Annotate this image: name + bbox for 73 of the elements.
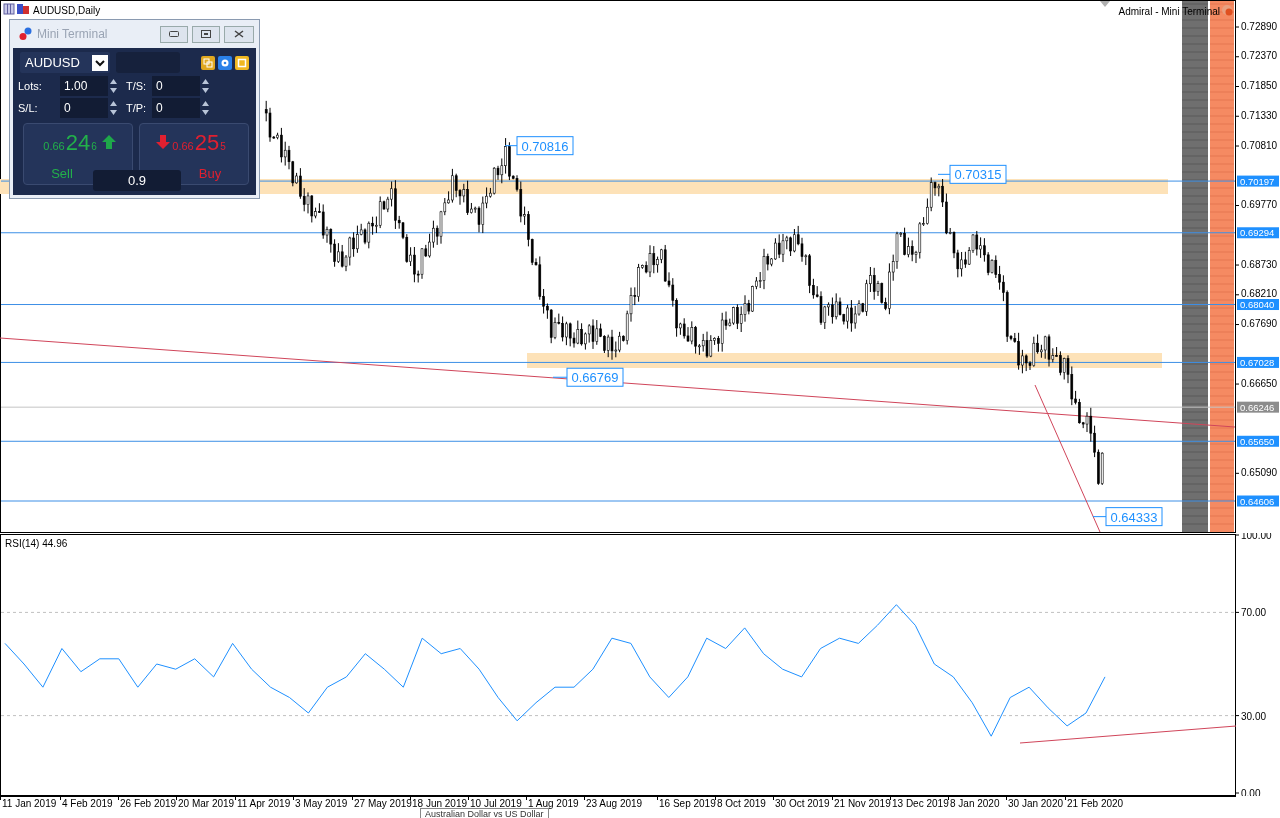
restore-icon [201,30,211,38]
chart-type-icon [3,3,29,15]
price-level-tag: 0.64606 [1237,495,1279,507]
date-label: 30 Oct 2019 [775,798,830,809]
date-label: 11 Jan 2019 [2,798,57,809]
rsi-tick-label: 70.00 [1241,607,1267,619]
price-callout: 0.70315 [937,164,1007,184]
spread-value: 0.9 [93,170,181,191]
restore-button[interactable] [192,25,220,43]
input-field[interactable]: 1.00 [60,76,108,96]
price-level-tag: 0.67028 [1237,356,1279,368]
date-label: 21 Feb 2020 [1067,798,1124,809]
price-tick-label: 0.72890 [1241,20,1278,32]
indicator-title: RSI(14) 44.96 [5,538,68,549]
date-label: 27 May 2019 [354,798,412,809]
price-callout: 0.66769 [552,367,624,387]
close-button[interactable] [224,25,254,43]
price-level-tag: 0.65650 [1237,435,1279,447]
price-tick-label: 0.68210 [1241,288,1278,300]
tooltip: Australian Dollar vs US Dollar [420,808,549,818]
input-field[interactable]: 0 [152,98,200,118]
price-tick-label: 0.65090 [1241,466,1278,478]
price-level-tag: 0.70197 [1237,175,1279,187]
shift-marker-icon [1100,1,1110,7]
symbol-dropdown[interactable]: AUDUSD [20,52,110,73]
price-tick-label: 0.71850 [1241,80,1278,91]
date-label: 11 Apr 2019 [237,798,291,809]
date-label: 3 May 2019 [295,798,348,809]
date-label: 16 Sep 2019 [659,798,716,809]
window-title: Mini Terminal [37,27,109,41]
price-callout: 0.70816 [504,136,574,156]
date-label: 8 Jan 2020 [950,798,1000,809]
date-label: 20 Mar 2019 [178,798,235,809]
logo-icon [19,27,33,41]
price-tick-label: 0.68730 [1241,258,1278,270]
date-label: 8 Oct 2019 [717,798,766,809]
price-tick-label: 0.72370 [1241,50,1278,62]
copy-icon[interactable] [201,55,215,70]
date-label: 23 Aug 2019 [586,798,643,809]
price-tick-label: 0.69770 [1241,199,1278,211]
arrow-down-icon [155,134,172,150]
minimize-icon [169,31,179,37]
date-label: 26 Feb 2019 [120,798,177,809]
input-field[interactable]: 0 [60,98,108,118]
date-label: 21 Nov 2019 [834,798,891,809]
field-label: S/L: [18,102,39,114]
date-label: 30 Jan 2020 [1008,798,1064,809]
minimize-button[interactable] [160,25,188,43]
date-label: 4 Feb 2019 [62,798,113,809]
price-tick-label: 0.66650 [1241,377,1278,389]
chevron-down-icon [92,54,108,71]
date-label: 18 Jun 2019 [412,798,468,809]
field-label: Lots: [18,80,43,92]
expert-icon [1222,5,1233,16]
date-label: 1 Aug 2019 [528,798,579,809]
price-callout: 0.64333 [1092,507,1163,527]
chart-title: AUDUSD,Daily [33,5,101,16]
date-label: 13 Dec 2019 [892,798,949,809]
expand-icon[interactable] [235,55,249,70]
price-tick-label: 0.71330 [1241,109,1278,121]
price-tick-label: 0.70810 [1241,139,1278,151]
price-tick-label: 0.67690 [1241,318,1278,330]
rsi-tick-label: 30.00 [1241,710,1267,722]
price-level-tag: 0.69294 [1237,227,1279,239]
close-icon [234,30,244,38]
field-label: T/P: [126,102,148,114]
arrow-up-icon [100,134,117,150]
settings-icon[interactable] [218,55,232,70]
field-label: T/S: [126,80,148,92]
price-level-tag: 0.66246 [1237,401,1279,413]
price-level-tag: 0.68040 [1237,299,1279,310]
input-field[interactable]: 0 [152,76,200,96]
date-label: 10 Jul 2019 [470,798,522,809]
